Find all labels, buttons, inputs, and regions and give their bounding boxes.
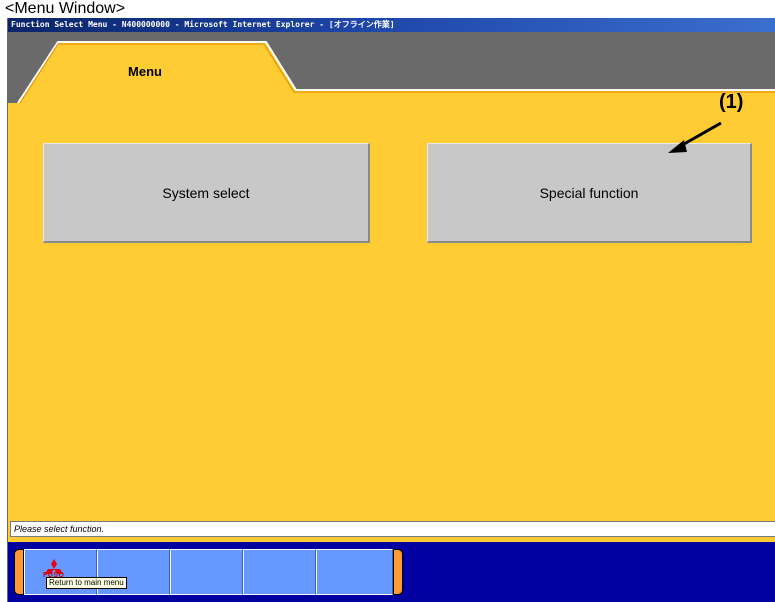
status-bar: Please select function.	[10, 521, 775, 537]
function-button-5[interactable]	[316, 549, 393, 595]
window-title-bar: Function Select Menu - N400000000 - Micr…	[8, 18, 775, 32]
special-function-button[interactable]: Special function	[427, 143, 752, 243]
main-content: System select Special function	[8, 103, 775, 539]
bottom-toolbar: FUSO	[8, 542, 775, 602]
tab-menu[interactable]: Menu	[100, 64, 190, 79]
function-button-3[interactable]	[170, 549, 243, 595]
system-select-button[interactable]: System select	[43, 143, 370, 243]
callout-label: (1)	[719, 91, 744, 113]
toolbar-right-cap	[393, 549, 403, 595]
function-button-4[interactable]	[243, 549, 316, 595]
figure-caption: <Menu Window>	[5, 0, 126, 17]
tooltip: Return to main menu	[46, 577, 127, 589]
window-title: Function Select Menu - N400000000 - Micr…	[11, 20, 395, 29]
toolbar-left-cap	[14, 549, 24, 595]
app-window: Function Select Menu - N400000000 - Micr…	[7, 18, 775, 602]
tab-strip: Menu	[8, 32, 775, 103]
